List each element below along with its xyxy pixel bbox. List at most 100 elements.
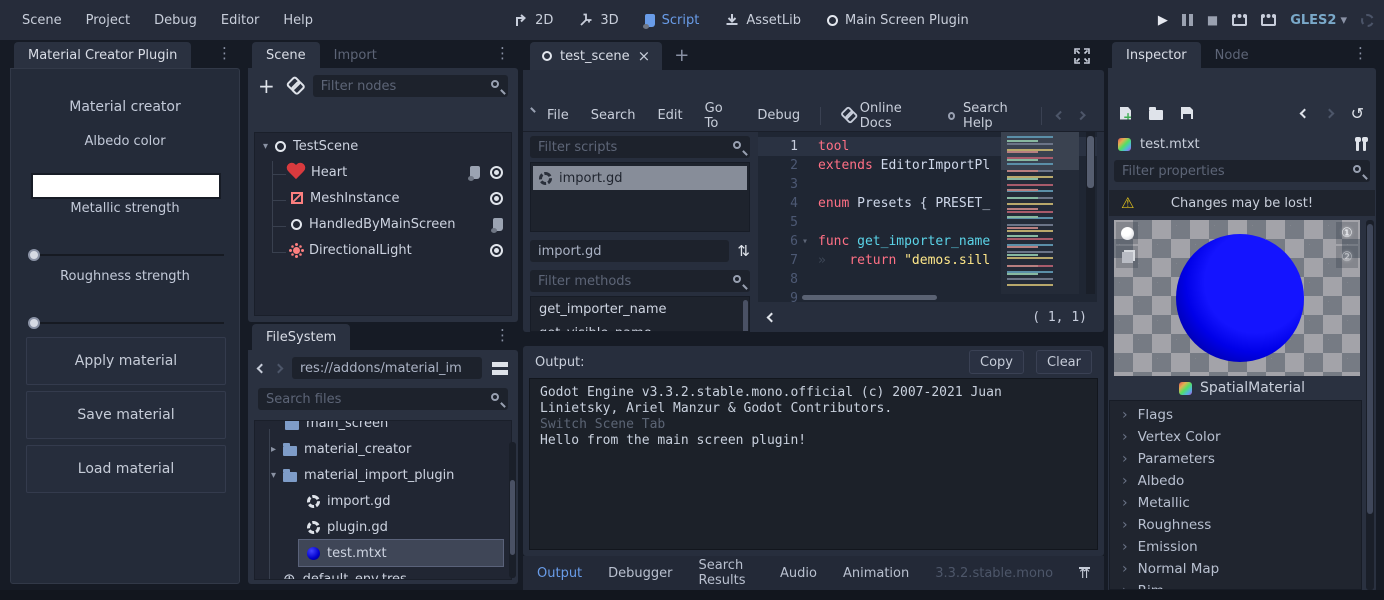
- workspace-2d[interactable]: 2D: [501, 13, 566, 28]
- visibility-icon[interactable]: [490, 166, 503, 179]
- fold-icon[interactable]: ▾: [802, 236, 818, 247]
- history-forward-icon[interactable]: [1076, 111, 1085, 120]
- expanded-icon[interactable]: ▾: [271, 470, 276, 481]
- save-material-button[interactable]: Save material: [26, 391, 226, 439]
- search-files-input[interactable]: [258, 388, 508, 410]
- nav-back-icon[interactable]: [257, 363, 267, 373]
- preview-light2-toggle[interactable]: ②: [1336, 246, 1358, 268]
- tab-scene[interactable]: Scene: [252, 42, 320, 68]
- fs-row-main-screen[interactable]: main_screen: [255, 420, 511, 436]
- history-forward-icon[interactable]: [1324, 108, 1334, 118]
- prop-metallic[interactable]: ›Metallic: [1110, 492, 1361, 514]
- method-item[interactable]: get_importer_name: [531, 297, 749, 321]
- workspace-main-screen-plugin[interactable]: Main Screen Plugin: [814, 13, 982, 28]
- path-field[interactable]: [292, 357, 482, 379]
- slider-grabber[interactable]: [28, 249, 40, 261]
- preview-sphere-toggle[interactable]: [1116, 222, 1138, 244]
- load-material-button[interactable]: Load material: [26, 445, 226, 493]
- history-back-icon[interactable]: [1299, 108, 1309, 118]
- metallic-strength-slider[interactable]: [28, 249, 224, 261]
- object-tools-icon[interactable]: [1356, 138, 1366, 151]
- workspace-script[interactable]: Script: [632, 13, 713, 28]
- slider-grabber[interactable]: [28, 317, 40, 329]
- pause-button[interactable]: [1182, 14, 1193, 26]
- scrollbar[interactable]: [1086, 132, 1095, 294]
- bottom-tab-output[interactable]: Output: [537, 566, 582, 581]
- code-minimap[interactable]: [1001, 132, 1079, 294]
- tab-inspector[interactable]: Inspector: [1112, 42, 1201, 68]
- bottom-tab-debugger[interactable]: Debugger: [608, 566, 672, 581]
- scrollbar-thumb[interactable]: [1087, 136, 1094, 188]
- clear-button[interactable]: Clear: [1036, 350, 1092, 374]
- output-log[interactable]: Godot Engine v3.3.2.stable.mono.official…: [529, 378, 1098, 550]
- filter-properties-input[interactable]: [1114, 160, 1370, 182]
- dock-menu-icon[interactable]: ⋮: [495, 44, 510, 62]
- preview-cube-toggle[interactable]: [1116, 246, 1138, 268]
- apply-material-button[interactable]: Apply material: [26, 337, 226, 385]
- minimap-viewport[interactable]: [1001, 132, 1079, 170]
- menu-help[interactable]: Help: [271, 13, 325, 28]
- menu-edit[interactable]: Edit: [647, 108, 692, 123]
- visibility-icon[interactable]: [490, 192, 503, 205]
- scene-tab-test-scene[interactable]: test_scene ×: [530, 42, 662, 70]
- new-tab-button[interactable]: +: [674, 45, 689, 66]
- close-tab-icon[interactable]: ×: [638, 47, 651, 65]
- fs-row-plugin-gd[interactable]: plugin.gd: [255, 514, 511, 540]
- history-icon[interactable]: ↺: [1351, 104, 1364, 123]
- dock-menu-icon[interactable]: ⋮: [1353, 44, 1368, 62]
- tree-row-meshinstance[interactable]: MeshInstance: [255, 185, 511, 211]
- tree-row-heart[interactable]: Heart: [255, 159, 511, 185]
- copy-button[interactable]: Copy: [969, 350, 1024, 374]
- bottom-tab-audio[interactable]: Audio: [780, 566, 817, 581]
- tab-import[interactable]: Import: [320, 42, 391, 68]
- dock-menu-icon[interactable]: ⋮: [217, 44, 232, 62]
- prop-rim[interactable]: ›Rim: [1110, 580, 1361, 590]
- menu-file[interactable]: File: [537, 108, 579, 123]
- scrollbar[interactable]: [1366, 220, 1374, 590]
- play-button[interactable]: ▶: [1158, 13, 1168, 28]
- history-back-icon[interactable]: [1056, 111, 1065, 120]
- prop-vertex-color[interactable]: ›Vertex Color: [1110, 426, 1361, 448]
- tab-node[interactable]: Node: [1201, 42, 1263, 68]
- menu-search[interactable]: Search: [581, 108, 646, 123]
- scrollbar-thumb[interactable]: [1367, 224, 1373, 514]
- preview-light1-toggle[interactable]: ①: [1336, 222, 1358, 244]
- collapse-icon[interactable]: ▾: [263, 141, 268, 152]
- scrollbar-thumb[interactable]: [510, 480, 515, 555]
- method-item[interactable]: get_visible_name: [531, 321, 749, 332]
- menu-goto[interactable]: Go To: [695, 101, 746, 131]
- tree-row-testscene[interactable]: ▾ TestScene: [255, 133, 511, 159]
- instance-scene-icon[interactable]: [284, 76, 304, 96]
- script-attached-icon[interactable]: [493, 218, 503, 231]
- load-resource-icon[interactable]: [1149, 110, 1163, 120]
- tab-filesystem[interactable]: FileSystem: [252, 324, 350, 350]
- script-name-field[interactable]: [530, 240, 729, 262]
- resource-name[interactable]: test.mtxt: [1140, 137, 1200, 152]
- stop-button[interactable]: ■: [1207, 13, 1218, 27]
- filter-scripts-input[interactable]: [530, 136, 750, 158]
- filter-methods-input[interactable]: [530, 270, 750, 292]
- play-custom-scene-button[interactable]: [1261, 14, 1276, 26]
- filter-nodes-input[interactable]: [313, 75, 508, 97]
- menu-project[interactable]: Project: [74, 13, 142, 28]
- add-node-button[interactable]: +: [258, 74, 275, 98]
- renderer-dropdown[interactable]: GLES2 ▾: [1290, 13, 1347, 28]
- menu-editor[interactable]: Editor: [209, 13, 271, 28]
- albedo-color-picker[interactable]: [31, 173, 221, 199]
- prop-normal-map[interactable]: ›Normal Map: [1110, 558, 1361, 580]
- fs-row-default-env[interactable]: ⊕ default_env.tres: [255, 566, 511, 580]
- expand-bottom-panel-icon[interactable]: ⇈: [1079, 567, 1090, 580]
- prop-roughness[interactable]: ›Roughness: [1110, 514, 1361, 536]
- menu-debug[interactable]: Debug: [747, 108, 810, 123]
- roughness-strength-slider[interactable]: [28, 317, 224, 329]
- prop-parameters[interactable]: ›Parameters: [1110, 448, 1361, 470]
- collapse-panel-icon[interactable]: [767, 312, 777, 322]
- tab-material-creator-plugin[interactable]: Material Creator Plugin: [14, 42, 191, 68]
- fs-row-test-mtxt[interactable]: test.mtxt: [299, 540, 503, 566]
- fs-row-material-creator[interactable]: ▸ material_creator: [255, 436, 511, 462]
- scrollbar-thumb[interactable]: [802, 295, 937, 300]
- play-scene-button[interactable]: [1232, 14, 1247, 26]
- sort-methods-icon[interactable]: ⇅: [737, 242, 750, 260]
- bottom-tab-animation[interactable]: Animation: [843, 566, 909, 581]
- dock-menu-icon[interactable]: ⋮: [495, 326, 510, 344]
